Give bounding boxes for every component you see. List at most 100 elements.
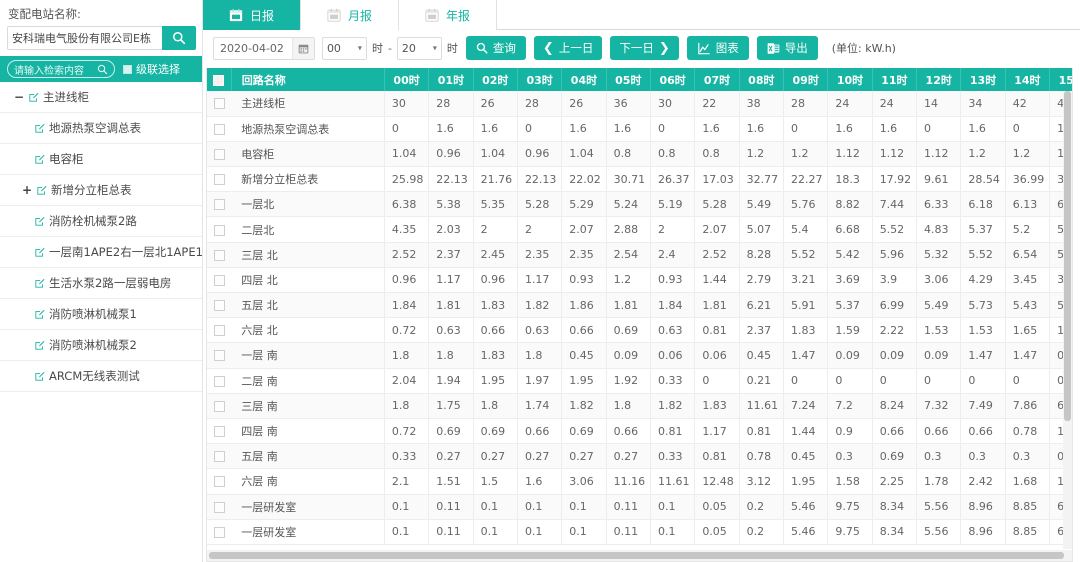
- table-row[interactable]: 新增分立柜总表25.9822.1321.7622.1322.0230.7126.…: [207, 167, 1073, 192]
- row-select-cell[interactable]: [207, 444, 231, 469]
- tree-item-3[interactable]: + 新增分立柜总表: [0, 175, 202, 206]
- row-checkbox[interactable]: [214, 376, 225, 387]
- table-row[interactable]: 二层北4.352.03222.072.8822.075.075.46.685.5…: [207, 217, 1073, 242]
- row-select-cell[interactable]: [207, 141, 231, 166]
- hour-from-select[interactable]: 00 ▾: [322, 37, 367, 60]
- row-select-cell[interactable]: [207, 519, 231, 544]
- table-row[interactable]: 电容柜1.040.961.040.961.040.80.80.81.21.21.…: [207, 141, 1073, 166]
- tree-item-6[interactable]: 生活水泵2路一层弱电房: [0, 268, 202, 299]
- row-select-cell[interactable]: [207, 217, 231, 242]
- export-button[interactable]: 导出: [757, 36, 818, 60]
- vertical-scrollbar-thumb[interactable]: [1064, 91, 1071, 421]
- row-select-cell[interactable]: [207, 418, 231, 443]
- row-checkbox[interactable]: [214, 174, 225, 185]
- row-checkbox[interactable]: [214, 275, 225, 286]
- cascade-select-toggle[interactable]: 级联选择: [123, 61, 180, 77]
- tree-search-input[interactable]: 请输入检索内容: [7, 60, 115, 78]
- circuit-name-cell: 六层 北: [231, 318, 384, 343]
- table-row[interactable]: 三层 南1.81.751.81.741.821.81.821.8311.617.…: [207, 393, 1073, 418]
- row-checkbox[interactable]: [214, 98, 225, 109]
- date-picker[interactable]: 2020-04-02: [213, 37, 315, 60]
- table-row[interactable]: 二层 南2.041.941.951.971.951.920.3300.21000…: [207, 368, 1073, 393]
- row-select-cell[interactable]: [207, 343, 231, 368]
- row-checkbox[interactable]: [214, 300, 225, 311]
- table-row[interactable]: 四层 北0.961.170.961.170.931.20.931.442.793…: [207, 267, 1073, 292]
- value-cell: 6.68: [828, 217, 872, 242]
- value-cell: 6.99: [872, 293, 916, 318]
- row-select-cell[interactable]: [207, 469, 231, 494]
- table-row[interactable]: 三层 北2.522.372.452.352.352.542.42.528.285…: [207, 242, 1073, 267]
- table-row[interactable]: 一层北6.385.385.355.285.295.245.195.285.495…: [207, 192, 1073, 217]
- expand-toggle-icon[interactable]: −: [14, 90, 26, 104]
- tree-item-4[interactable]: 消防栓机械泵2路: [0, 206, 202, 237]
- hour-header-9: 09时: [784, 68, 828, 91]
- table-row[interactable]: 地源热泵空调总表01.61.601.61.601.61.601.61.601.6…: [207, 116, 1073, 141]
- row-checkbox[interactable]: [214, 149, 225, 160]
- tree-item-2[interactable]: 电容柜: [0, 144, 202, 175]
- table-row[interactable]: 五层 北1.841.811.831.821.861.811.841.816.21…: [207, 293, 1073, 318]
- query-button[interactable]: 查询: [466, 36, 526, 60]
- data-table-container: 回路名称 00时 01时 02时 03时 04时 05时 06时 07时 08时…: [206, 68, 1073, 562]
- value-cell: 1.6: [961, 116, 1005, 141]
- station-search-button[interactable]: [162, 26, 196, 50]
- next-day-button[interactable]: 下一日 ❯: [610, 36, 678, 60]
- row-checkbox[interactable]: [214, 250, 225, 261]
- expand-toggle-icon[interactable]: +: [22, 183, 34, 197]
- value-cell: 2.42: [961, 469, 1005, 494]
- station-name-input[interactable]: [7, 26, 162, 50]
- chevron-down-icon: ▾: [358, 44, 362, 53]
- tree-item-1[interactable]: 地源热泵空调总表: [0, 113, 202, 144]
- calendar-picker-button[interactable]: [292, 38, 314, 59]
- tree-item-9[interactable]: ARCM无线表测试: [0, 361, 202, 392]
- table-row[interactable]: 四层 南0.720.690.690.660.690.660.811.170.81…: [207, 418, 1073, 443]
- row-select-cell[interactable]: [207, 267, 231, 292]
- row-checkbox[interactable]: [214, 350, 225, 361]
- row-select-cell[interactable]: [207, 368, 231, 393]
- table-vertical-scrollbar[interactable]: [1063, 91, 1072, 549]
- table-row[interactable]: 六层 北0.720.630.660.630.660.690.630.812.37…: [207, 318, 1073, 343]
- horizontal-scrollbar-thumb[interactable]: [209, 552, 1064, 559]
- table-row[interactable]: 主进线柜302826282636302238282424143442444844…: [207, 91, 1073, 116]
- cascade-checkbox[interactable]: [123, 65, 132, 74]
- row-checkbox[interactable]: [214, 451, 225, 462]
- tree-item-0[interactable]: − 主进线柜: [0, 82, 202, 113]
- row-select-cell[interactable]: [207, 192, 231, 217]
- table-row[interactable]: 一层研发室0.10.110.10.10.10.110.10.050.25.469…: [207, 519, 1073, 544]
- tree-item-8[interactable]: 消防喷淋机械泵2: [0, 330, 202, 361]
- row-checkbox[interactable]: [214, 426, 225, 437]
- table-horizontal-scrollbar[interactable]: [207, 550, 1072, 561]
- row-select-cell[interactable]: [207, 167, 231, 192]
- row-checkbox[interactable]: [214, 502, 225, 513]
- row-checkbox[interactable]: [214, 225, 225, 236]
- row-select-cell[interactable]: [207, 293, 231, 318]
- table-row[interactable]: 一层研发室0.10.110.10.10.10.110.10.050.25.469…: [207, 494, 1073, 519]
- row-select-cell[interactable]: [207, 242, 231, 267]
- value-cell: 0.27: [517, 444, 561, 469]
- row-checkbox[interactable]: [214, 401, 225, 412]
- tab-daily-report[interactable]: 日报: [203, 0, 301, 30]
- chart-button[interactable]: 图表: [687, 36, 749, 60]
- hour-to-select[interactable]: 20 ▾: [397, 37, 442, 60]
- tab-yearly-report[interactable]: 年报: [399, 0, 497, 30]
- row-select-cell[interactable]: [207, 494, 231, 519]
- table-row[interactable]: 一层 南1.81.81.831.80.450.090.060.060.451.4…: [207, 343, 1073, 368]
- row-checkbox[interactable]: [214, 325, 225, 336]
- row-select-cell[interactable]: [207, 318, 231, 343]
- prev-day-button[interactable]: ❮ 上一日: [534, 36, 602, 60]
- row-select-cell[interactable]: [207, 116, 231, 141]
- select-all-header[interactable]: [207, 68, 231, 91]
- row-select-cell[interactable]: [207, 393, 231, 418]
- row-select-cell[interactable]: [207, 91, 231, 116]
- row-checkbox[interactable]: [214, 527, 225, 538]
- tree-item-label: 新增分立柜总表: [51, 182, 132, 198]
- tab-monthly-report[interactable]: 月报: [301, 0, 399, 30]
- tree-item-7[interactable]: 消防喷淋机械泵1: [0, 299, 202, 330]
- row-checkbox[interactable]: [214, 199, 225, 210]
- value-cell: 0.11: [606, 494, 650, 519]
- row-checkbox[interactable]: [214, 124, 225, 135]
- row-checkbox[interactable]: [214, 476, 225, 487]
- select-all-checkbox[interactable]: [213, 75, 224, 86]
- table-row[interactable]: 五层 南0.330.270.270.270.270.270.330.810.78…: [207, 444, 1073, 469]
- tree-item-5[interactable]: 一层南1APE2右一层北1APE1左: [0, 237, 202, 268]
- table-row[interactable]: 六层 南2.11.511.51.63.0611.1611.6112.483.12…: [207, 469, 1073, 494]
